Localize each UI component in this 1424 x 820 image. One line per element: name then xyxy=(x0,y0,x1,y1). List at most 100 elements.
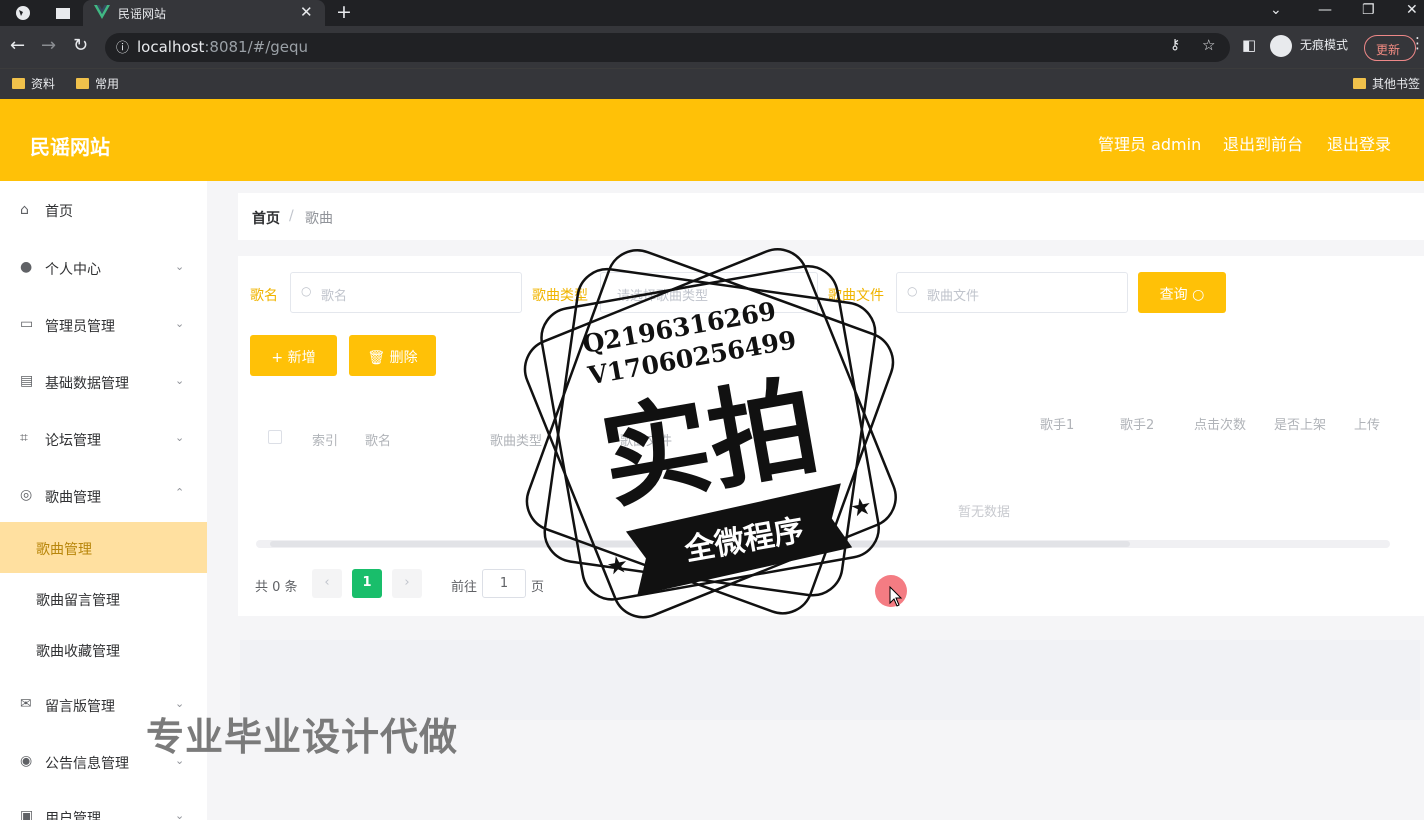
sidebar-subitem-song-comments[interactable]: 歌曲留言管理 xyxy=(36,590,120,610)
query-button-label: 查询 xyxy=(1159,287,1188,303)
tab-group-icon[interactable] xyxy=(54,4,72,22)
folder-icon xyxy=(76,78,89,89)
menu-dots-icon[interactable]: ⋮ xyxy=(1410,34,1424,52)
folder-icon xyxy=(1353,78,1366,89)
restore-icon[interactable]: ❐ xyxy=(1362,2,1375,18)
sidebar-item-users[interactable]: ▣ 用户管理 ⌄ xyxy=(0,798,207,820)
cursor-icon xyxy=(889,586,903,607)
browser-tab-bar: 民谣网站 ✕ + ⌄ — ❐ ✕ xyxy=(0,0,1424,26)
prev-page-button[interactable]: ‹ xyxy=(312,569,342,598)
forward-icon[interactable]: → xyxy=(41,35,56,56)
sidebar-item-label: 歌曲管理 xyxy=(45,490,101,506)
target-icon: ◉ xyxy=(20,753,33,769)
sidebar-subitem-song-favorites[interactable]: 歌曲收藏管理 xyxy=(36,641,120,661)
sidebar-item-base-data[interactable]: ▤ 基础数据管理 ⌄ xyxy=(0,361,207,401)
sidebar-active-bg xyxy=(0,522,207,573)
song-file-input[interactable]: ○ 歌曲文件 xyxy=(896,272,1128,313)
site-title: 民谣网站 xyxy=(30,135,110,159)
reload-icon[interactable]: ↻ xyxy=(73,35,88,56)
sidebar-subitem-songs[interactable]: 歌曲管理 xyxy=(36,539,92,559)
globe-icon[interactable] xyxy=(14,4,32,22)
sidebar-item-label: 基础数据管理 xyxy=(45,376,129,392)
star-icon: ★ xyxy=(848,492,874,523)
bookmark-folder[interactable]: 常用 xyxy=(76,75,119,92)
sidebar-item-admins[interactable]: ▭ 管理员管理 ⌄ xyxy=(0,304,207,344)
chevron-up-icon: ⌃ xyxy=(175,486,185,499)
watermark-text: 专业毕业设计代做 xyxy=(146,715,459,759)
song-name-input[interactable]: ○ 歌名 xyxy=(290,272,522,313)
add-button-label: + 新增 xyxy=(271,350,316,366)
url-text[interactable]: localhost:8081/#/gequ xyxy=(137,38,308,56)
breadcrumb-current: 歌曲 xyxy=(305,211,333,227)
bookmark-folder[interactable]: 资料 xyxy=(12,75,55,92)
other-bookmarks[interactable]: 其他书签 xyxy=(1353,75,1420,92)
person-icon: ▣ xyxy=(20,808,34,820)
sidebar-item-personal[interactable]: ● 个人中心 ⌄ xyxy=(0,247,207,287)
star-icon[interactable]: ☆ xyxy=(1202,36,1215,54)
crop-icon: ⌗ xyxy=(20,430,28,446)
vue-logo-icon xyxy=(94,5,110,19)
table-header[interactable]: 是否上架 xyxy=(1274,414,1326,433)
chevron-down-icon: ⌄ xyxy=(175,809,185,820)
url-path: :8081/#/gequ xyxy=(204,38,309,56)
close-window-icon[interactable]: ✕ xyxy=(1406,2,1418,18)
search-icon: ○ xyxy=(301,284,312,298)
compass-icon: ◎ xyxy=(20,487,33,503)
info-icon[interactable]: ⓘ xyxy=(116,37,129,56)
tab-close-icon[interactable]: ✕ xyxy=(300,3,313,21)
url-host: localhost xyxy=(137,38,205,56)
incognito-icon[interactable] xyxy=(1270,35,1292,57)
home-icon: ⌂ xyxy=(20,202,29,218)
bookmark-label: 资料 xyxy=(31,77,56,91)
table-header: 索引 xyxy=(312,434,339,449)
query-button[interactable]: 查询 ○ xyxy=(1138,272,1226,313)
sidebar-item-label: 首页 xyxy=(45,204,73,220)
sidebar-item-label: 公告信息管理 xyxy=(45,756,129,772)
folder-icon xyxy=(12,78,25,89)
table-header[interactable]: 歌手1 xyxy=(1040,414,1074,433)
sidepanel-icon[interactable]: ◧ xyxy=(1242,36,1256,54)
delete-button-label: 删除 xyxy=(389,350,418,366)
sidebar-item-label: 论坛管理 xyxy=(45,433,101,449)
select-all-checkbox[interactable] xyxy=(268,430,282,444)
logout-link[interactable]: 退出登录 xyxy=(1327,131,1391,155)
tab-search-icon[interactable]: ⌄ xyxy=(1270,2,1282,18)
sidebar-item-label: 留言版管理 xyxy=(45,699,115,715)
app-header xyxy=(0,99,1424,181)
admin-label: 管理员 admin xyxy=(1098,135,1202,154)
table-header[interactable]: 歌名 xyxy=(365,430,391,449)
star-icon: ★ xyxy=(604,550,630,581)
goto-prefix: 前往 xyxy=(451,580,478,595)
table-header[interactable]: 上传 xyxy=(1354,414,1380,433)
chevron-down-icon: ⌄ xyxy=(175,374,185,387)
table-header[interactable]: 歌手2 xyxy=(1120,414,1154,433)
user-icon: ● xyxy=(20,259,33,275)
chat-icon: ▭ xyxy=(20,316,34,332)
page-number-button[interactable]: 1 xyxy=(352,569,382,598)
chevron-down-icon: ⌄ xyxy=(175,431,185,444)
add-button[interactable]: + 新增 xyxy=(250,335,337,376)
table-header[interactable]: 点击次数 xyxy=(1194,414,1246,433)
sidebar-item-forum[interactable]: ⌗ 论坛管理 ⌄ xyxy=(0,418,207,458)
sidebar-item-home[interactable]: ⌂ 首页 xyxy=(0,190,207,230)
update-button[interactable]: 更新 xyxy=(1364,35,1416,61)
key-icon[interactable]: ⚷ xyxy=(1170,37,1180,53)
sidebar-item-songs[interactable]: ◎ 歌曲管理 ⌃ xyxy=(0,475,207,515)
chevron-down-icon: ⌄ xyxy=(175,317,185,330)
breadcrumb xyxy=(238,193,1424,240)
bookmarks-bar: 资料 常用 其他书签 xyxy=(0,68,1424,99)
bookmark-label: 其他书签 xyxy=(1372,77,1421,91)
breadcrumb-home[interactable]: 首页 xyxy=(252,208,280,228)
exit-to-front-link[interactable]: 退出到前台 xyxy=(1223,131,1303,155)
watermark-stamp: Q2196316269 V17060256499 实拍 全微程序 ★ ★ xyxy=(523,248,897,619)
new-tab-icon[interactable]: + xyxy=(336,1,352,23)
input-placeholder: 歌曲文件 xyxy=(927,289,980,304)
minimize-icon[interactable]: — xyxy=(1318,2,1332,18)
next-page-button[interactable]: › xyxy=(392,569,422,598)
delete-button[interactable]: 🗑 删除 xyxy=(349,335,436,376)
back-icon[interactable]: ← xyxy=(10,35,25,56)
song-name-label: 歌名 xyxy=(250,288,278,304)
incognito-label: 无痕模式 xyxy=(1300,38,1349,52)
trash-icon: 🗑 xyxy=(367,350,386,366)
chevron-down-icon: ⌄ xyxy=(175,260,185,273)
